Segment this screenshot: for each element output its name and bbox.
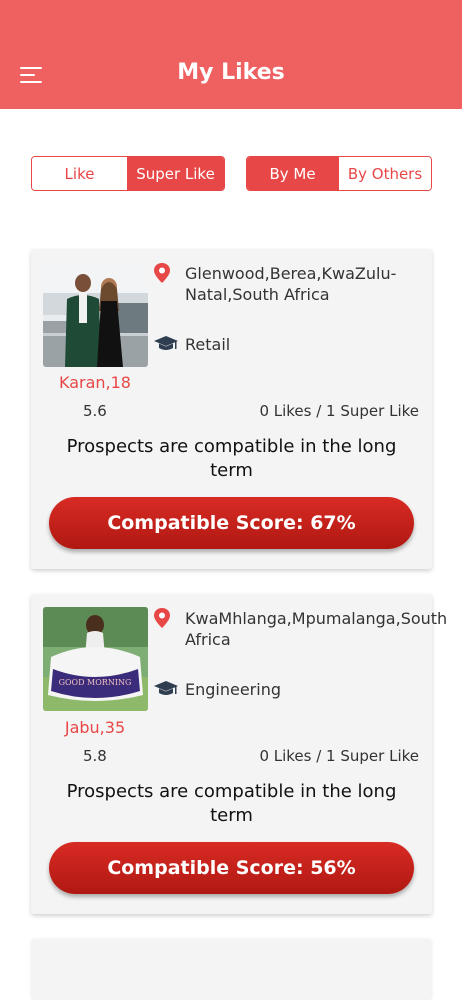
tab-super-like[interactable]: Super Like — [127, 157, 224, 190]
location-pin-icon — [154, 608, 170, 628]
page-title: My Likes — [177, 60, 285, 85]
location-pin-icon — [154, 263, 170, 283]
likes-count: 0 Likes / 1 Super Like — [259, 747, 419, 765]
profile-photo[interactable]: GOOD MORNING — [43, 607, 148, 711]
profile-location: KwaMhlanga,Mpumalanga,South Africa — [185, 609, 448, 649]
like-type-toggle: Like Super Like — [31, 156, 225, 191]
tab-by-others[interactable]: By Others — [338, 157, 431, 190]
app-header: My Likes — [0, 0, 462, 109]
like-source-toggle: By Me By Others — [246, 156, 432, 191]
graduation-cap-icon — [154, 681, 178, 695]
profile-occupation: Engineering — [185, 680, 281, 699]
profile-photo[interactable] — [43, 263, 148, 367]
profile-score: 5.6 — [83, 402, 107, 420]
compatibility-text: Prospects are compatible in the long ter… — [66, 436, 397, 481]
profile-location: Glenwood,Berea,KwaZulu-Natal,South Afric… — [185, 264, 397, 304]
photo-banner-text: GOOD MORNING — [59, 678, 132, 687]
tab-like[interactable]: Like — [32, 157, 127, 190]
profile-name-age: Jabu,35 — [64, 718, 126, 737]
profile-occupation: Retail — [185, 335, 231, 354]
profile-name-age: Karan,18 — [59, 373, 131, 392]
tab-by-me[interactable]: By Me — [247, 157, 338, 190]
compatible-score-button[interactable]: Compatible Score: 67% — [49, 497, 414, 549]
profile-card[interactable]: GOOD MORNING Jabu,35 KwaMhlanga,Mpumalan… — [31, 594, 448, 914]
profile-card[interactable]: Karan,18 Glenwood,Berea,KwaZulu-Natal,So… — [31, 249, 432, 569]
compatible-score-button[interactable]: Compatible Score: 56% — [49, 842, 414, 894]
compatibility-text: Prospects are compatible in the long ter… — [66, 781, 397, 826]
profile-score: 5.8 — [83, 747, 107, 765]
likes-count: 0 Likes / 1 Super Like — [259, 402, 419, 420]
profile-card[interactable] — [31, 940, 432, 1000]
graduation-cap-icon — [154, 336, 178, 350]
